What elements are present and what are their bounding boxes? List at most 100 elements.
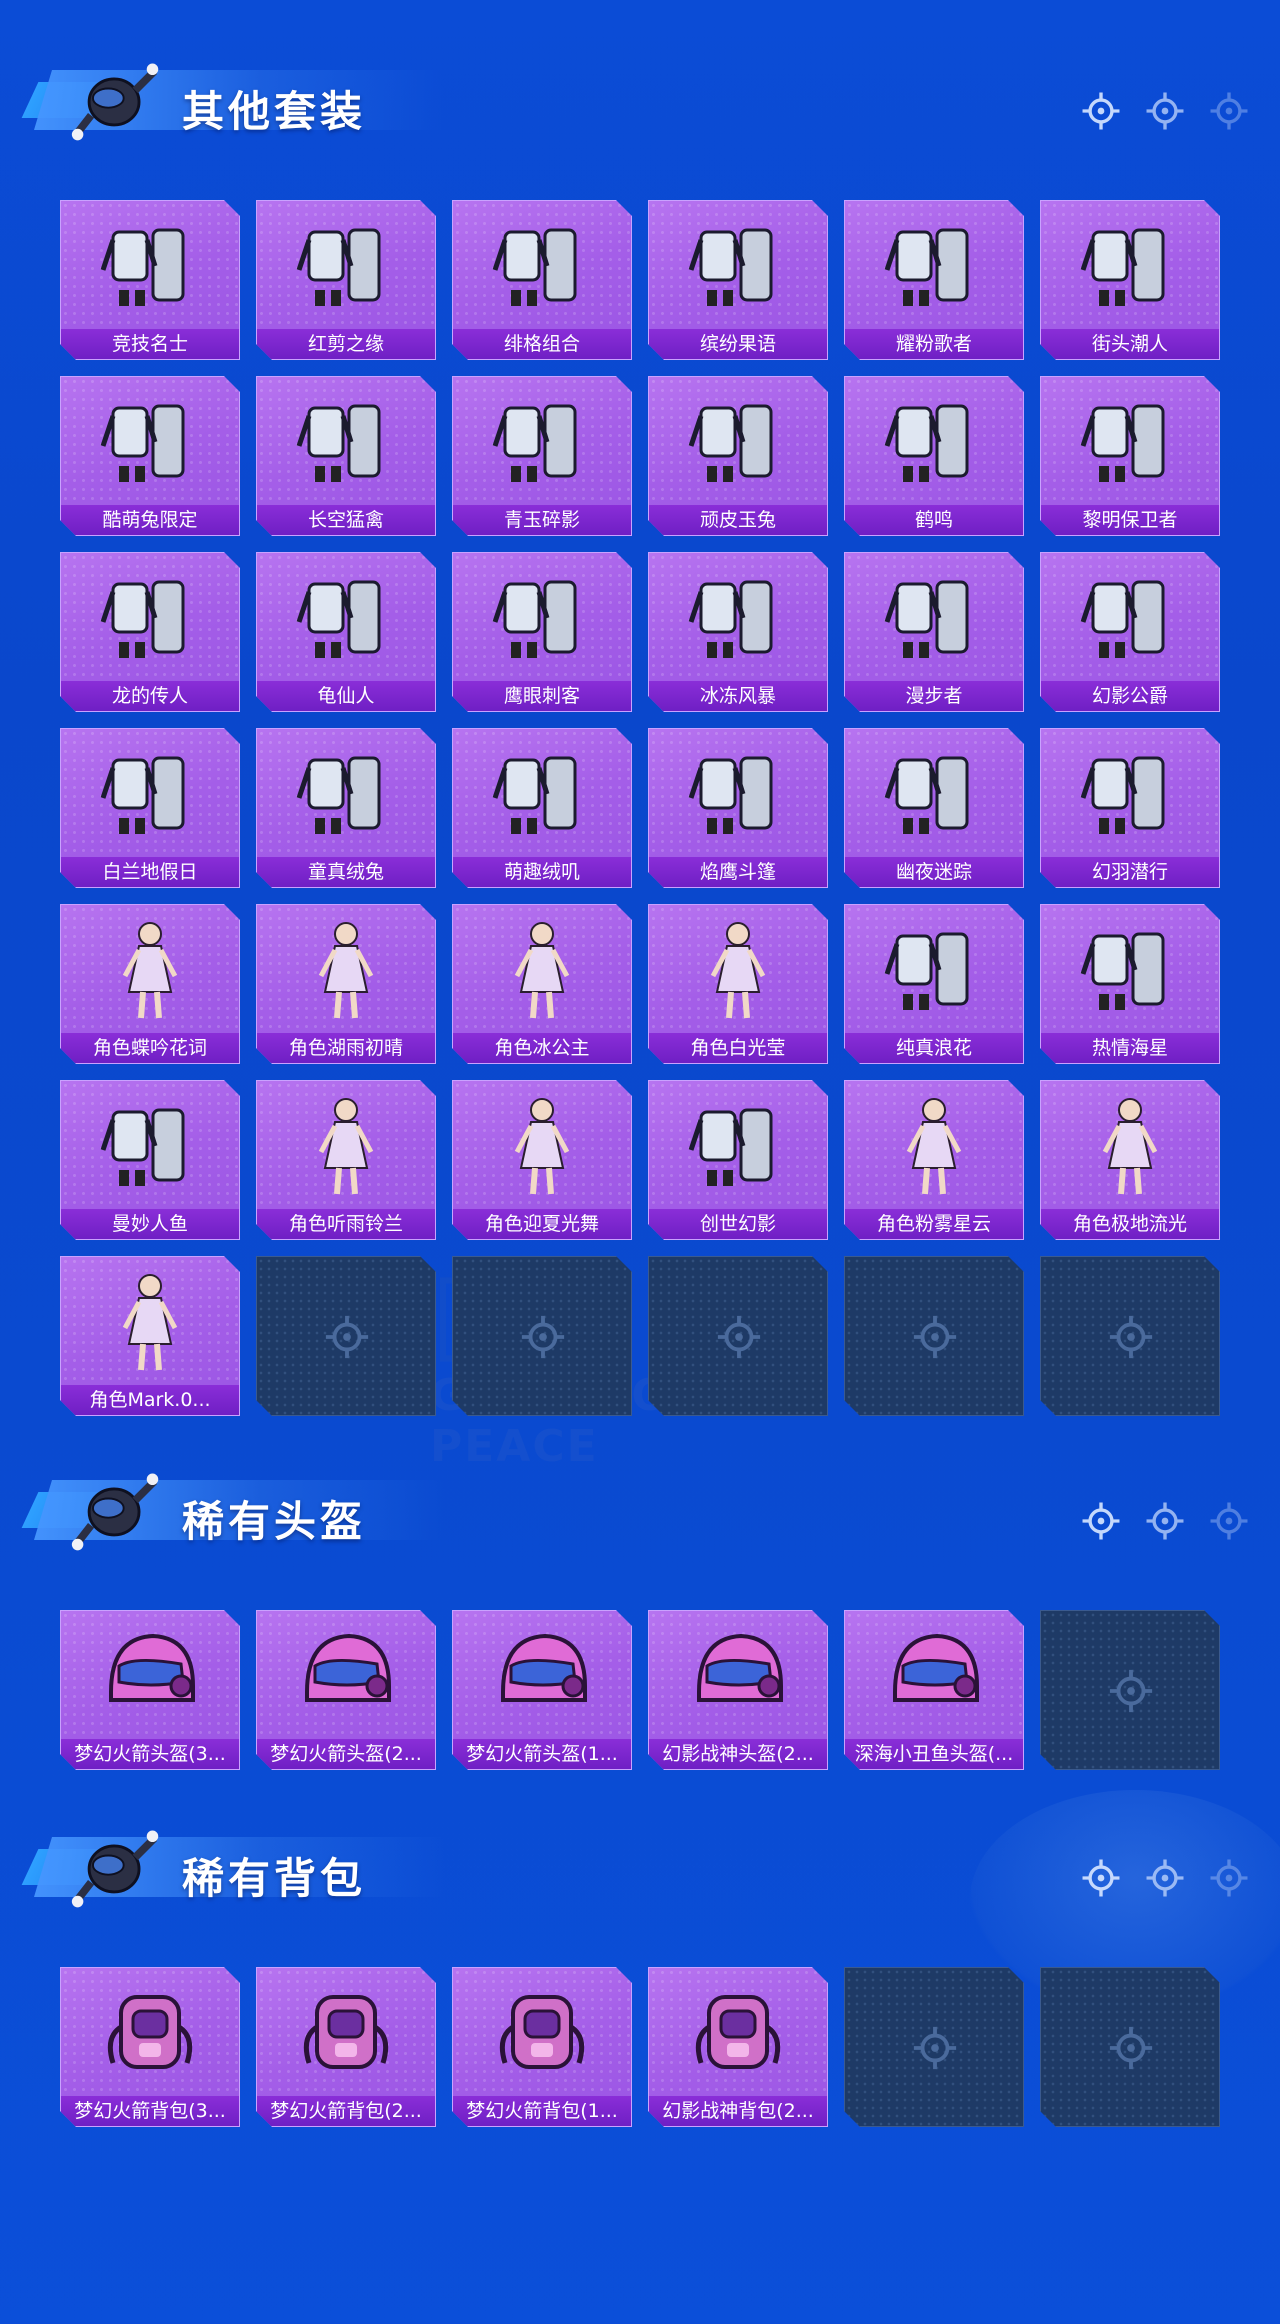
outfit-icon (257, 553, 435, 681)
item-card[interactable]: 缤纷果语 (648, 200, 828, 360)
crosshair-icon (1144, 90, 1186, 132)
item-card[interactable]: 纯真浪花 (844, 904, 1024, 1064)
header-decor-icons (1080, 90, 1250, 132)
empty-slot (844, 1967, 1024, 2127)
crosshair-icon (1144, 1857, 1186, 1899)
helmet-icon (453, 1611, 631, 1739)
item-label: 幻羽潜行 (1041, 857, 1219, 887)
item-card[interactable]: 鹰眼刺客 (452, 552, 632, 712)
item-card[interactable]: 长空猛禽 (256, 376, 436, 536)
crosshair-icon (715, 1313, 763, 1361)
item-card[interactable]: 梦幻火箭背包(2... (256, 1967, 436, 2127)
item-card[interactable]: 冰冻风暴 (648, 552, 828, 712)
item-card[interactable]: 角色湖雨初晴 (256, 904, 436, 1064)
item-card[interactable]: 热情海星 (1040, 904, 1220, 1064)
outfit-icon (453, 729, 631, 857)
item-label: 萌趣绒叽 (453, 857, 631, 887)
item-card[interactable]: 幻影战神背包(2... (648, 1967, 828, 2127)
outfit-icon (649, 377, 827, 505)
backpack-icon (453, 1968, 631, 2096)
item-label: 童真绒兔 (257, 857, 435, 887)
crosshair-icon (1144, 1500, 1186, 1542)
outfit-icon (61, 1081, 239, 1209)
item-card[interactable]: 梦幻火箭背包(1... (452, 1967, 632, 2127)
backpack-icon (257, 1968, 435, 2096)
item-card[interactable]: 青玉碎影 (452, 376, 632, 536)
item-card[interactable]: 幻影战神头盔(2... (648, 1610, 828, 1770)
crosshair-icon (911, 2024, 959, 2072)
item-card[interactable]: 顽皮玉兔 (648, 376, 828, 536)
section-header: 其他套装 (0, 30, 1280, 141)
item-card[interactable]: 白兰地假日 (60, 728, 240, 888)
item-label: 酷萌兔限定 (61, 505, 239, 535)
outfit-icon (453, 201, 631, 329)
header-decor-icons (1080, 1857, 1250, 1899)
item-card[interactable]: 深海小丑鱼头盔(... (844, 1610, 1024, 1770)
item-label: 角色迎夏光舞 (453, 1209, 631, 1239)
item-card[interactable]: 萌趣绒叽 (452, 728, 632, 888)
item-card[interactable]: 漫步者 (844, 552, 1024, 712)
item-label: 梦幻火箭头盔(1... (453, 1739, 631, 1769)
item-label: 角色冰公主 (453, 1033, 631, 1063)
item-label: 黎明保卫者 (1041, 505, 1219, 535)
item-label: 长空猛禽 (257, 505, 435, 535)
outfit-icon (845, 377, 1023, 505)
item-card[interactable]: 酷萌兔限定 (60, 376, 240, 536)
item-label: 角色蝶吟花词 (61, 1033, 239, 1063)
crosshair-icon (1208, 90, 1250, 132)
crosshair-icon (1080, 1500, 1122, 1542)
item-card[interactable]: 幻羽潜行 (1040, 728, 1220, 888)
item-label: 角色粉雾星云 (845, 1209, 1023, 1239)
item-card[interactable]: 梦幻火箭头盔(2... (256, 1610, 436, 1770)
item-card[interactable]: 焰鹰斗篷 (648, 728, 828, 888)
item-label: 梦幻火箭背包(1... (453, 2096, 631, 2126)
item-card[interactable]: 龟仙人 (256, 552, 436, 712)
item-card[interactable]: 角色听雨铃兰 (256, 1080, 436, 1240)
item-card[interactable]: 竞技名士 (60, 200, 240, 360)
item-card[interactable]: 幻影公爵 (1040, 552, 1220, 712)
outfit-icon (1041, 201, 1219, 329)
header-decor-icons (1080, 1500, 1250, 1542)
item-label: 角色白光莹 (649, 1033, 827, 1063)
item-card[interactable]: 梦幻火箭头盔(3... (60, 1610, 240, 1770)
item-card[interactable]: 童真绒兔 (256, 728, 436, 888)
character-icon (1041, 1081, 1219, 1209)
helmet-icon (61, 1611, 239, 1739)
item-card[interactable]: 曼妙人鱼 (60, 1080, 240, 1240)
empty-slot (648, 1256, 828, 1416)
item-card[interactable]: 角色迎夏光舞 (452, 1080, 632, 1240)
outfit-icon (1041, 553, 1219, 681)
item-card[interactable]: 幽夜迷踪 (844, 728, 1024, 888)
item-label: 角色听雨铃兰 (257, 1209, 435, 1239)
item-label: 漫步者 (845, 681, 1023, 711)
item-card[interactable]: 角色冰公主 (452, 904, 632, 1064)
item-card[interactable]: 耀粉歌者 (844, 200, 1024, 360)
item-card[interactable]: 街头潮人 (1040, 200, 1220, 360)
item-card[interactable]: 鹤鸣 (844, 376, 1024, 536)
outfit-icon (845, 553, 1023, 681)
empty-slot (452, 1256, 632, 1416)
backpack-icon (61, 1968, 239, 2096)
outfit-icon (61, 729, 239, 857)
crosshair-icon (1080, 1857, 1122, 1899)
helmet-icon (257, 1611, 435, 1739)
crosshair-icon (323, 1313, 371, 1361)
item-card[interactable]: 角色Mark.0... (60, 1256, 240, 1416)
character-icon (257, 905, 435, 1033)
crosshair-icon (1208, 1857, 1250, 1899)
outfit-icon (257, 377, 435, 505)
outfit-icon (1041, 905, 1219, 1033)
item-card[interactable]: 黎明保卫者 (1040, 376, 1220, 536)
item-card[interactable]: 角色粉雾星云 (844, 1080, 1024, 1240)
item-card[interactable]: 角色蝶吟花词 (60, 904, 240, 1064)
item-card[interactable]: 梦幻火箭背包(3... (60, 1967, 240, 2127)
item-card[interactable]: 角色极地流光 (1040, 1080, 1220, 1240)
item-card[interactable]: 龙的传人 (60, 552, 240, 712)
item-card[interactable]: 角色白光莹 (648, 904, 828, 1064)
section-header: 稀有背包 (0, 1797, 1280, 1908)
item-card[interactable]: 创世幻影 (648, 1080, 828, 1240)
item-card[interactable]: 梦幻火箭头盔(1... (452, 1610, 632, 1770)
item-card[interactable]: 红剪之缘 (256, 200, 436, 360)
helmet-icon (845, 1611, 1023, 1739)
item-card[interactable]: 绯格组合 (452, 200, 632, 360)
